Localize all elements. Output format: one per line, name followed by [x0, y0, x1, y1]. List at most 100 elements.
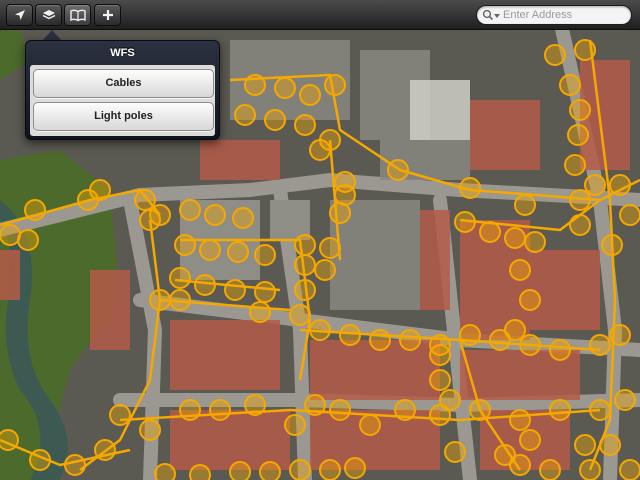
layers-button[interactable] — [35, 4, 62, 26]
light-pole-marker — [204, 204, 226, 226]
light-pole-marker — [189, 464, 211, 480]
light-pole-marker — [459, 177, 481, 199]
light-pole-marker — [294, 279, 316, 301]
light-pole-marker — [564, 154, 586, 176]
light-pole-marker — [0, 429, 19, 451]
light-pole-marker — [387, 159, 409, 181]
light-pole-marker — [304, 394, 326, 416]
light-pole-marker — [444, 441, 466, 463]
building-block — [170, 320, 280, 390]
light-pole-marker — [549, 399, 571, 421]
building-block — [410, 80, 470, 140]
building-block — [530, 250, 600, 330]
light-pole-marker — [459, 324, 481, 346]
light-pole-marker — [284, 414, 306, 436]
light-pole-marker — [469, 399, 491, 421]
light-pole-marker — [179, 399, 201, 421]
light-pole-marker — [309, 139, 331, 161]
light-pole-marker — [609, 324, 631, 346]
light-pole-marker — [619, 204, 640, 226]
light-pole-marker — [454, 211, 476, 233]
light-pole-marker — [429, 369, 451, 391]
open-book-icon — [69, 9, 86, 22]
top-toolbar — [0, 0, 640, 30]
light-pole-marker — [232, 207, 254, 229]
light-pole-marker — [134, 189, 156, 211]
light-pole-marker — [169, 289, 191, 311]
light-pole-marker — [574, 434, 596, 456]
light-pole-marker — [339, 324, 361, 346]
light-pole-marker — [599, 434, 621, 456]
light-pole-marker — [209, 399, 231, 421]
address-search-box[interactable] — [476, 5, 632, 25]
light-pole-marker — [89, 179, 111, 201]
light-pole-marker — [569, 214, 591, 236]
light-pole-marker — [227, 241, 249, 263]
light-pole-marker — [294, 234, 316, 256]
popover-title: WFS — [110, 47, 135, 59]
light-pole-marker — [589, 334, 611, 356]
building-block — [470, 100, 540, 170]
light-pole-marker — [504, 319, 526, 341]
light-pole-marker — [569, 99, 591, 121]
search-options-caret-icon[interactable] — [494, 14, 500, 18]
location-arrow-icon — [14, 10, 25, 20]
light-pole-marker — [494, 444, 516, 466]
light-pole-marker — [254, 281, 276, 303]
light-pole-marker — [619, 459, 640, 480]
light-pole-marker — [324, 74, 346, 96]
light-pole-marker — [244, 74, 266, 96]
building-block — [90, 270, 130, 350]
light-pole-marker — [479, 221, 501, 243]
plaza — [270, 200, 310, 240]
light-pole-marker — [179, 199, 201, 221]
light-pole-marker — [149, 204, 171, 226]
layers-icon — [42, 10, 55, 20]
light-pole-marker — [294, 114, 316, 136]
light-pole-marker — [94, 439, 116, 461]
light-pole-marker — [359, 414, 381, 436]
light-pole-marker — [514, 194, 536, 216]
light-pole-marker — [519, 429, 541, 451]
add-button[interactable] — [94, 4, 121, 26]
light-pole-marker — [154, 463, 176, 480]
light-pole-marker — [429, 344, 451, 366]
light-pole-marker — [584, 174, 606, 196]
light-pole-marker — [567, 124, 589, 146]
light-pole-marker — [64, 454, 86, 476]
light-pole-marker — [149, 289, 171, 311]
building-block — [0, 250, 20, 300]
light-pole-marker — [254, 244, 276, 266]
light-pole-marker — [609, 174, 631, 196]
light-pole-marker — [249, 301, 271, 323]
light-pole-marker — [429, 404, 451, 426]
light-pole-marker — [109, 404, 131, 426]
light-pole-marker — [524, 231, 546, 253]
light-pole-marker — [344, 457, 366, 479]
light-pole-marker — [601, 234, 623, 256]
light-pole-marker — [174, 234, 196, 256]
locate-button[interactable] — [6, 4, 33, 26]
address-search-input[interactable] — [503, 7, 627, 23]
light-pole-marker — [579, 459, 601, 480]
light-pole-marker — [194, 274, 216, 296]
light-pole-marker — [24, 199, 46, 221]
light-pole-marker — [289, 304, 311, 326]
search-icon[interactable] — [482, 9, 494, 21]
light-pole-marker — [229, 461, 251, 480]
light-pole-marker — [139, 419, 161, 441]
light-pole-marker — [589, 399, 611, 421]
light-pole-marker — [314, 259, 336, 281]
light-poles-button[interactable]: Light poles — [33, 102, 214, 131]
light-pole-marker — [519, 334, 541, 356]
plus-icon — [102, 10, 113, 20]
cables-button[interactable]: Cables — [33, 69, 214, 98]
light-pole-marker — [294, 254, 316, 276]
light-pole-marker — [319, 459, 341, 480]
light-pole-marker — [259, 461, 281, 480]
light-pole-marker — [309, 319, 331, 341]
light-pole-marker — [504, 227, 526, 249]
light-pole-marker — [0, 224, 21, 246]
light-pole-marker — [539, 459, 561, 480]
bookmarks-button[interactable] — [64, 4, 91, 26]
